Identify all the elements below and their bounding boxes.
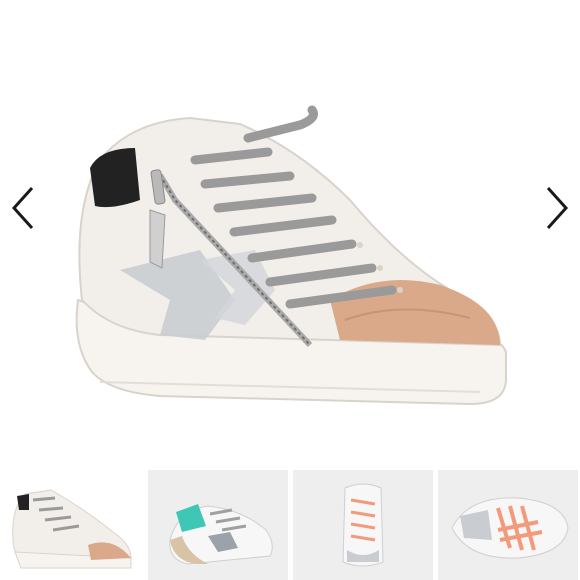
chevron-right-icon — [546, 186, 569, 230]
next-image-button[interactable] — [540, 180, 576, 236]
thumbnail-4[interactable] — [438, 470, 578, 580]
thumbnail-1[interactable] — [3, 470, 143, 580]
main-product-image — [0, 0, 580, 468]
thumbnail-3[interactable] — [293, 470, 433, 580]
product-image-gallery — [0, 0, 580, 580]
thumbnail-sneaker-back-image — [342, 483, 384, 567]
chevron-left-icon — [11, 186, 34, 230]
thumbnail-strip — [0, 470, 580, 580]
thumbnail-2[interactable] — [148, 470, 288, 580]
previous-image-button[interactable] — [4, 180, 40, 236]
sneaker-illustration — [75, 105, 507, 406]
thumbnail-sneaker-angle-image — [169, 504, 273, 565]
thumbnail-sneaker-top-image — [451, 497, 569, 559]
thumbnail-sneaker-side-image — [12, 489, 132, 569]
